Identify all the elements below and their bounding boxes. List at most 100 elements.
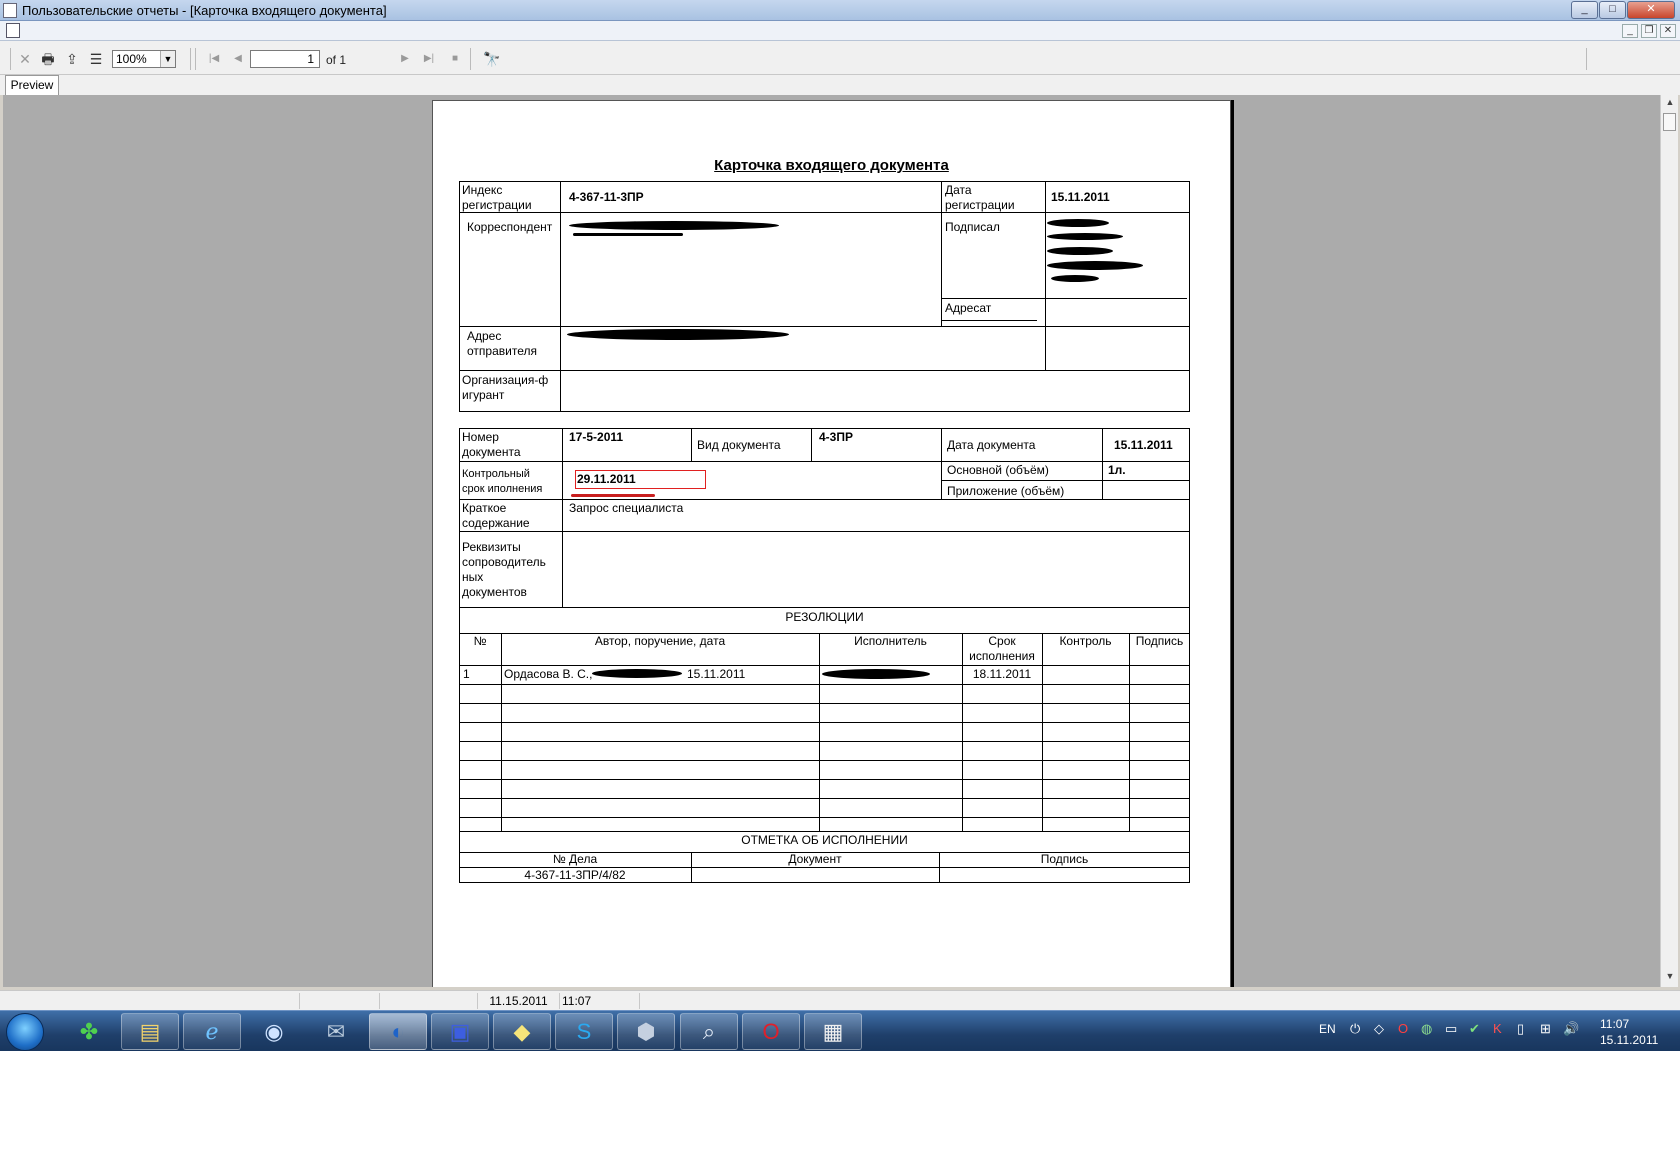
screen: Пользовательские отчеты - [Карточка вход… [0,0,1680,1051]
search-app-icon[interactable]: ⌕ [680,1013,738,1050]
skype-icon[interactable]: S [555,1013,613,1050]
res-col-num: № [473,634,487,648]
row-divider [941,298,1187,299]
clock-time[interactable]: 11:07 [1600,1017,1629,1031]
volume-value: 1л. [1108,463,1126,477]
close-button[interactable]: ✕ [1627,1,1675,19]
tab-preview[interactable]: Preview [5,75,59,95]
row-divider [459,461,1190,462]
close-report-icon[interactable]: ✕ [16,50,34,68]
sticky-notes-icon[interactable]: ◆ [493,1013,551,1050]
status-section [300,993,380,1009]
check-icon[interactable]: ✔ [1469,1021,1480,1037]
organization-label-2: игурант [462,388,505,402]
antivirus-icon[interactable]: K [1493,1021,1502,1036]
export-icon[interactable]: ⇪ [63,50,81,68]
scroll-down-icon[interactable]: ▼ [1661,971,1679,981]
col-divider [1045,181,1046,370]
status-time: 11:07 [560,993,640,1009]
exec-col-document: Документ [788,852,842,866]
maximize-button[interactable]: □ [1599,1,1626,19]
zoom-select[interactable]: 100% ▼ [112,50,176,68]
status-bar: 11.15.2011 11:07 [0,990,1680,1010]
col-divider [560,181,561,412]
power-icon[interactable]: ⏻ [1350,1021,1360,1037]
mdi-close-button[interactable]: ✕ [1660,24,1676,38]
redacted-signer-1 [1047,219,1109,227]
document-icon[interactable] [6,23,20,38]
toolbar-separator [195,48,196,70]
res-col-deadline-2: исполнения [969,649,1035,663]
network-app-icon[interactable]: ◍ [1421,1021,1432,1037]
res-row-divider [459,665,1190,666]
res-col-deadline-1: Срок [988,634,1016,648]
notes-app-icon[interactable]: ▦ [804,1013,862,1050]
explorer-icon[interactable]: ▤ [121,1013,179,1050]
clock-date[interactable]: 15.11.2011 [1600,1033,1658,1047]
mdi-minimize-button[interactable]: _ [1622,24,1638,38]
res-col-divider [1042,633,1043,831]
prev-page-icon[interactable]: ◀ [229,50,247,68]
row-divider [459,326,1190,327]
thunderbird-icon[interactable]: ✉ [307,1013,365,1050]
reg-date-value: 15.11.2011 [1051,190,1110,204]
doc-number-value: 17-5-2011 [569,430,624,444]
sender-address-label-2: отправителя [467,344,537,358]
save-app-icon[interactable]: ▣ [431,1013,489,1050]
scroll-thumb[interactable] [1663,113,1676,131]
group-tree-icon[interactable]: ☰ [87,50,105,68]
find-icon[interactable]: 🔭 [483,50,501,68]
res-col-divider [501,633,502,831]
last-page-icon[interactable]: ▶| [420,50,438,68]
virtualbox-icon[interactable]: ⬢ [617,1013,675,1050]
control-deadline-value: 29.11.2011 [577,472,636,486]
report-app-icon[interactable]: ◐ [369,1013,427,1050]
res-row1-date: 15.11.2011 [687,667,746,681]
first-page-icon[interactable]: |◀ [205,50,223,68]
chevron-down-icon[interactable]: ▼ [160,51,175,67]
res-col-control: Контроль [1059,634,1112,648]
page-number-input[interactable]: 1 [250,50,320,68]
opera-tray-icon[interactable]: O [1398,1021,1408,1036]
minimize-button[interactable]: _ [1571,1,1598,19]
globe-app-icon[interactable]: ◉ [245,1013,303,1050]
print-icon[interactable]: 🖶 [39,50,57,68]
res-row-divider [459,779,1190,780]
clipboard-icon[interactable]: ▯ [1517,1021,1524,1037]
document-title: Карточка входящего документа [714,157,949,174]
stop-icon[interactable]: ■ [446,50,464,68]
col-divider [941,428,942,499]
report-viewport[interactable]: Карточка входящего документа Индекс реги… [3,95,1660,987]
vertical-scrollbar[interactable]: ▲ ▼ [1660,95,1678,987]
status-section [380,993,478,1009]
next-page-icon[interactable]: ▶ [396,50,414,68]
res-row-divider [459,684,1190,685]
summary-label-1: Краткое [462,501,507,515]
col-divider [811,428,812,461]
row-divider [459,499,1190,500]
row-divider [459,531,1190,532]
window-titlebar: Пользовательские отчеты - [Карточка вход… [0,0,1680,21]
redacted-executor [822,669,930,679]
res-row-divider [459,703,1190,704]
opera-icon[interactable]: O [742,1013,800,1050]
reg-date-label-1: Дата [945,183,972,197]
execution-header: ОТМЕТКА ОБ ИСПОЛНЕНИИ [741,833,908,847]
document-table [459,428,1190,883]
network-icon[interactable]: ⊞ [1540,1021,1551,1037]
language-indicator[interactable]: EN [1319,1022,1336,1036]
mdi-restore-button[interactable]: ❐ [1641,24,1657,38]
volume-icon[interactable]: 🔊 [1563,1021,1579,1037]
res-col-divider [819,633,820,831]
flag-icon[interactable]: ▭ [1445,1021,1457,1037]
start-button[interactable] [6,1013,44,1051]
scroll-up-icon[interactable]: ▲ [1661,97,1679,107]
cube-icon[interactable]: ◇ [1374,1021,1384,1037]
status-date: 11.15.2011 [478,993,560,1009]
clover-app-icon[interactable]: ✤ [60,1013,118,1050]
res-row-divider [459,741,1190,742]
res-row1-author: Ордасова В. С., [504,667,593,681]
ie-icon[interactable]: ℯ [183,1013,241,1050]
control-deadline-label-1: Контрольный [462,468,530,480]
addressee-label: Адресат [945,301,992,315]
